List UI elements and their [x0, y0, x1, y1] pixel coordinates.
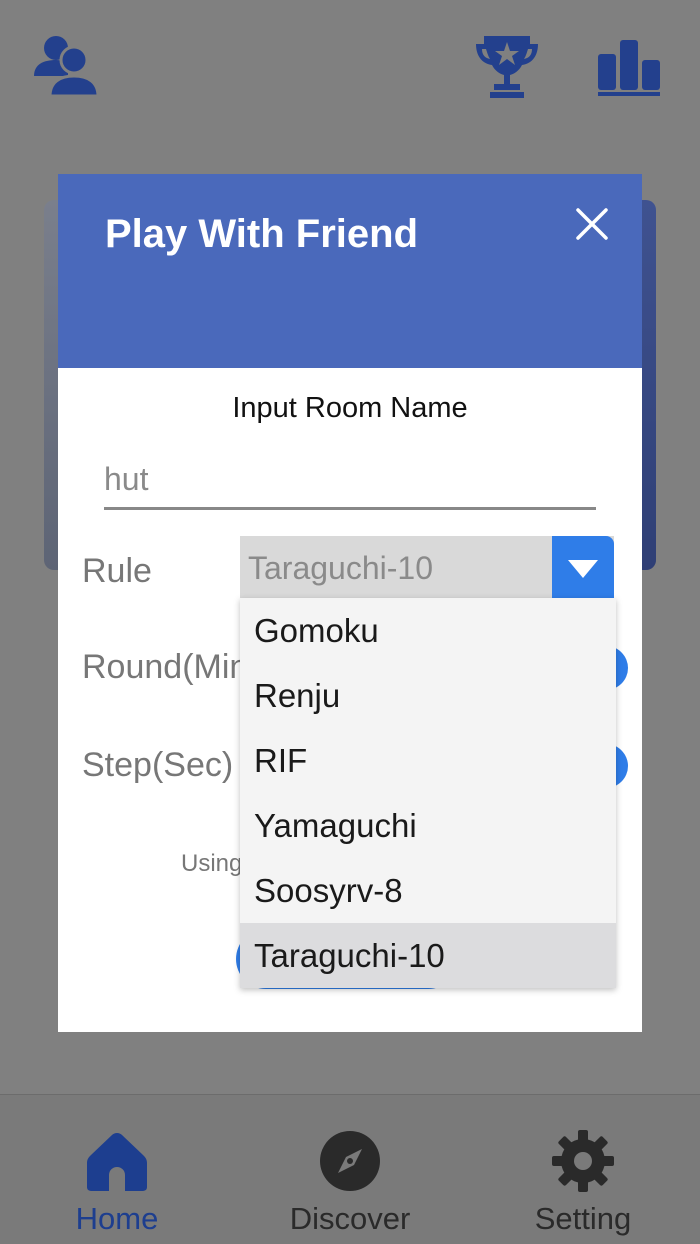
nav-label-home: Home: [75, 1201, 159, 1236]
compass-icon: [318, 1129, 382, 1193]
dialog-header: Play With Friend: [58, 174, 642, 368]
rule-select[interactable]: Taraguchi-10: [240, 536, 614, 598]
gear-icon: [551, 1129, 615, 1193]
dialog-title: Play With Friend: [105, 212, 419, 256]
nav-item-home[interactable]: Home: [17, 1095, 217, 1244]
rule-option-yamaguchi[interactable]: Yamaguchi: [240, 793, 616, 858]
room-name-label: Input Room Name: [232, 392, 468, 424]
using-hint-text: Using: [181, 850, 241, 877]
rule-option-soosyrv-8[interactable]: Soosyrv-8: [240, 858, 616, 923]
rule-option-taraguchi-10[interactable]: Taraguchi-10: [240, 923, 616, 988]
home-icon: [85, 1129, 149, 1193]
triangle-down-icon[interactable]: [552, 536, 614, 598]
rule-label: Rule: [82, 552, 152, 590]
rule-dropdown-list: Gomoku Renju RIF Yamaguchi Soosyrv-8 Tar…: [240, 598, 616, 988]
rule-select-value: Taraguchi-10: [248, 550, 433, 586]
step-label: Step(Sec): [82, 746, 234, 784]
rule-option-rif[interactable]: RIF: [240, 728, 616, 793]
nav-label-discover: Discover: [289, 1201, 411, 1236]
nav-item-discover[interactable]: Discover: [250, 1095, 450, 1244]
round-label: Round(Min): [82, 648, 240, 686]
trophy-icon[interactable]: [472, 30, 542, 100]
nav-item-setting[interactable]: Setting: [483, 1095, 683, 1244]
users-icon[interactable]: [30, 30, 100, 100]
close-icon[interactable]: [572, 204, 612, 244]
bar-chart-icon[interactable]: [594, 30, 664, 100]
rule-option-gomoku[interactable]: Gomoku: [240, 598, 616, 663]
bottom-navigation: Home Discover Setting: [0, 1094, 700, 1244]
nav-label-setting: Setting: [534, 1201, 632, 1236]
room-name-input[interactable]: [104, 452, 596, 510]
rule-option-renju[interactable]: Renju: [240, 663, 616, 728]
